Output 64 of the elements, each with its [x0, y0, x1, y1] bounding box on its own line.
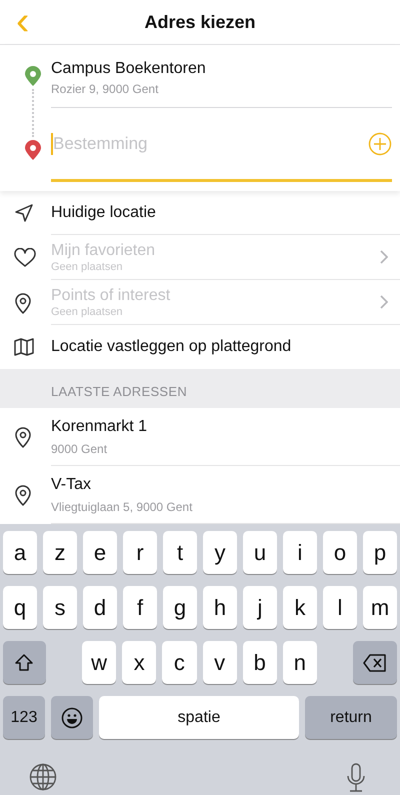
keyboard-key[interactable]: q — [3, 586, 37, 629]
add-circle-icon — [368, 132, 392, 156]
keyboard-key[interactable]: u — [243, 531, 277, 574]
keyboard-key[interactable]: l — [323, 586, 357, 629]
globe-icon — [29, 763, 57, 791]
globe-button[interactable] — [29, 763, 57, 793]
keyboard-key[interactable]: z — [43, 531, 77, 574]
screen-title: Adres kiezen — [144, 12, 256, 32]
option-label[interactable]: Locatie vastleggen op plattegrond — [51, 337, 388, 357]
keyboard-key[interactable]: a — [3, 531, 37, 574]
keyboard-key[interactable]: v — [202, 641, 237, 684]
option-subtitle: Geen plaatsen — [51, 260, 124, 274]
keyboard-key[interactable]: j — [243, 586, 277, 629]
keyboard-key[interactable]: g — [163, 586, 197, 629]
origin-pin-icon — [24, 65, 42, 87]
keyboard-key[interactable]: p — [363, 531, 397, 574]
destination-field[interactable]: Bestemming — [53, 134, 368, 154]
space-key[interactable]: spatie — [99, 696, 299, 739]
keyboard-key[interactable]: x — [122, 641, 156, 684]
return-key[interactable]: return — [305, 696, 397, 739]
chevron-right-icon — [380, 295, 388, 309]
keyboard-key[interactable]: i — [283, 531, 317, 574]
map-icon — [14, 338, 34, 356]
keyboard-key[interactable]: o — [323, 531, 357, 574]
chevron-right-icon — [380, 250, 388, 264]
microphone-icon — [345, 763, 367, 793]
section-title: LAATSTE ADRESSEN — [51, 384, 188, 399]
keyboard-key[interactable]: c — [162, 641, 196, 684]
option-label[interactable]: Huidige locatie — [51, 202, 388, 222]
microphone-button[interactable] — [345, 763, 367, 793]
keyboard-key[interactable]: t — [163, 531, 197, 574]
keyboard-key[interactable]: h — [203, 586, 237, 629]
keyboard-key[interactable]: d — [83, 586, 117, 629]
keyboard-key[interactable]: b — [242, 641, 277, 684]
text-cursor — [51, 132, 53, 154]
emoji-key[interactable] — [51, 696, 93, 739]
location-pin-icon — [14, 426, 32, 448]
smiley-icon — [61, 706, 83, 728]
location-pin-icon — [14, 292, 32, 314]
numbers-key[interactable]: 123 — [3, 696, 45, 739]
navigation-icon — [14, 203, 34, 223]
keyboard-key[interactable]: r — [123, 531, 157, 574]
destination-pin-icon — [24, 139, 42, 161]
address-detail: 9000 Gent — [51, 440, 108, 456]
shift-icon — [14, 652, 34, 672]
location-pin-icon — [14, 484, 32, 506]
address-name[interactable]: Korenmarkt 1 — [51, 416, 388, 436]
address-name[interactable]: V-Tax — [51, 474, 388, 494]
backspace-icon — [363, 654, 388, 672]
origin-name: Campus Boekentoren — [51, 59, 207, 79]
keyboard-key[interactable]: n — [282, 641, 317, 684]
keyboard-key[interactable]: y — [203, 531, 237, 574]
keyboard-key[interactable]: w — [82, 641, 116, 684]
keyboard-key[interactable]: f — [123, 586, 157, 629]
keyboard-key[interactable]: e — [83, 531, 117, 574]
keyboard-key[interactable]: k — [283, 586, 317, 629]
backspace-key[interactable] — [353, 641, 397, 684]
origin-address: Rozier 9, 9000 Gent — [51, 81, 160, 97]
shift-key[interactable] — [3, 641, 46, 684]
heart-icon — [14, 248, 36, 268]
option-subtitle: Geen plaatsen — [51, 306, 124, 318]
keyboard-key[interactable]: m — [363, 586, 397, 629]
keyboard-key[interactable]: s — [43, 586, 77, 629]
address-detail: Vliegtuiglaan 5, 9000 Gent — [51, 498, 194, 514]
